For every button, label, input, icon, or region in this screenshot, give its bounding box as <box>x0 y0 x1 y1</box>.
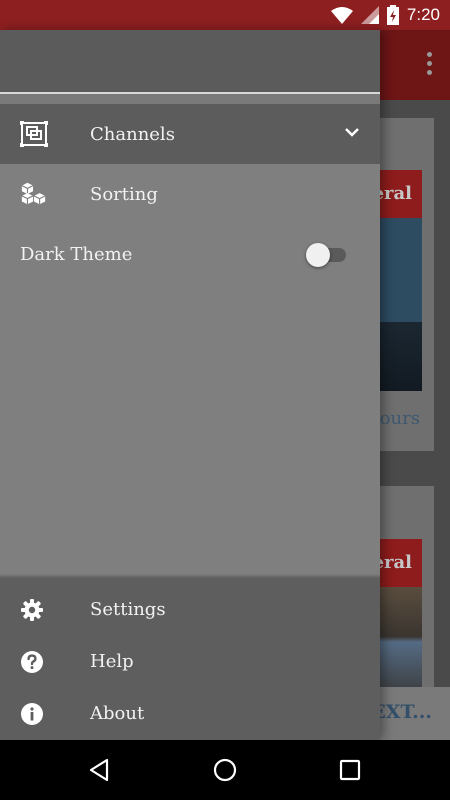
back-icon[interactable] <box>87 757 113 783</box>
menu-item-label: Channels <box>90 123 175 145</box>
wifi-icon <box>330 7 353 24</box>
overflow-menu-icon <box>426 52 434 78</box>
signal-icon <box>360 6 379 24</box>
dark-theme-toggle[interactable] <box>306 243 346 267</box>
help-icon <box>21 651 43 673</box>
system-nav-bar <box>0 740 450 800</box>
status-bar: 7:20 <box>0 0 450 30</box>
menu-item-label: Help <box>90 651 134 672</box>
menu-item-label: About <box>90 703 145 724</box>
home-icon[interactable] <box>212 757 238 783</box>
menu-item-label: Settings <box>90 599 166 620</box>
info-icon <box>21 703 43 725</box>
battery-charging-icon <box>386 5 399 25</box>
menu-item-channels[interactable]: Channels <box>0 104 380 164</box>
status-time: 7:20 <box>406 5 440 24</box>
menu-item-about[interactable]: About <box>0 688 380 740</box>
navigation-drawer: Channels Sorting Dark Theme Settings Hel… <box>0 30 380 740</box>
channels-icon <box>20 120 48 148</box>
menu-item-label: Sorting <box>90 183 158 205</box>
dark-theme-row: Dark Theme <box>0 224 380 284</box>
dark-theme-label: Dark Theme <box>20 243 133 265</box>
menu-item-settings[interactable]: Settings <box>0 584 380 636</box>
menu-item-sorting[interactable]: Sorting <box>0 164 380 224</box>
chevron-down-icon[interactable] <box>344 124 360 140</box>
recents-icon[interactable] <box>337 757 363 783</box>
teaser-text: EXT... <box>371 701 432 723</box>
gear-icon <box>21 599 43 621</box>
menu-item-help[interactable]: Help <box>0 636 380 688</box>
drawer-header <box>0 30 380 92</box>
cubes-icon <box>20 180 48 208</box>
drawer-footer: Settings Help About <box>0 574 380 740</box>
status-icons: 7:20 <box>330 0 440 30</box>
